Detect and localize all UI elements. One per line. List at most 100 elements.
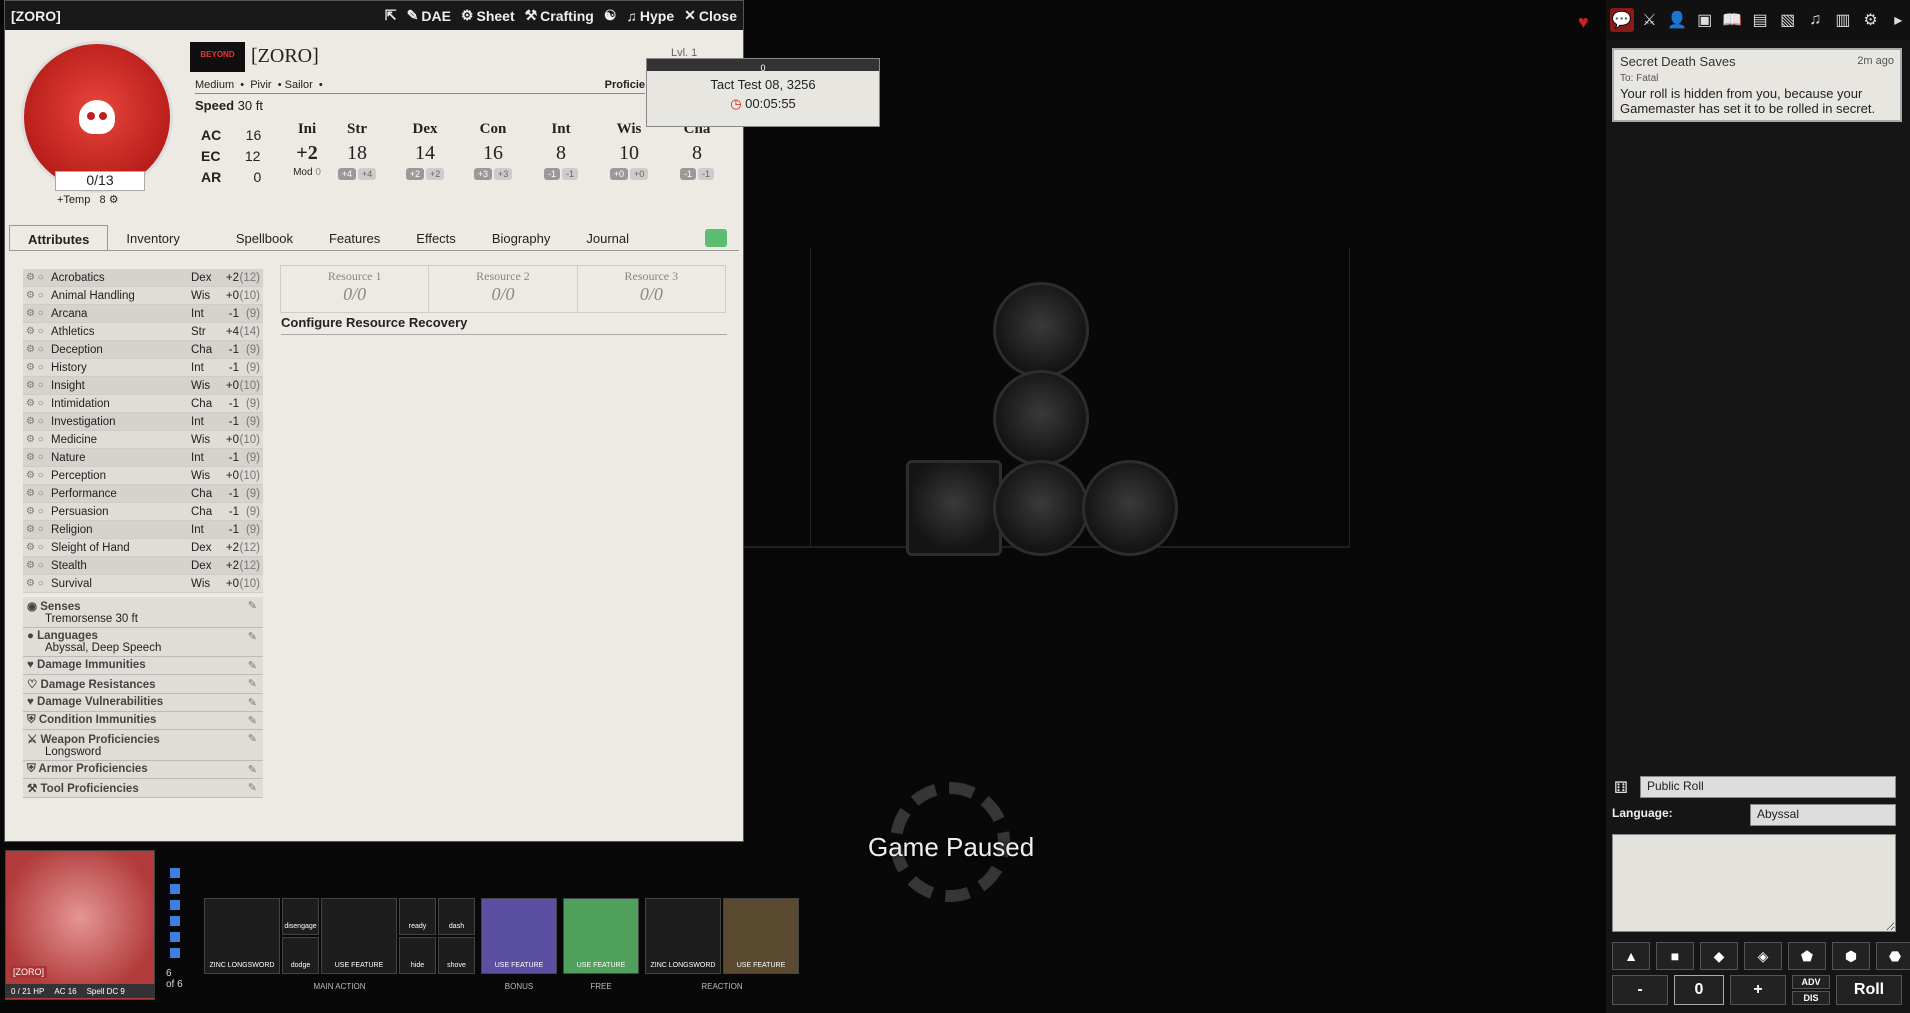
combat-icon[interactable]: ⚔: [1638, 8, 1662, 32]
hp-field[interactable]: 0/13: [55, 171, 145, 191]
mask-button[interactable]: ☯: [604, 7, 617, 24]
trait-tool-proficiencies[interactable]: ⚒ Tool Proficiencies ✎: [23, 779, 263, 798]
skill-row[interactable]: ⚙ ○ Nature Int -1 (9): [23, 449, 263, 467]
tables-icon[interactable]: ▤: [1748, 8, 1772, 32]
hotbar-slot[interactable]: hide: [399, 937, 436, 974]
chat-message[interactable]: Secret Death Saves 2m ago To: Fatal Your…: [1612, 48, 1902, 122]
cards-icon[interactable]: ▧: [1776, 8, 1800, 32]
playlists-icon[interactable]: ♫: [1803, 8, 1827, 32]
tab-features[interactable]: Features: [311, 225, 398, 250]
skill-row[interactable]: ⚙ ○ Religion Int -1 (9): [23, 521, 263, 539]
character-sheet-window[interactable]: [ZORO] ⇱ ✎ DAE ⚙ Sheet ⚒ Crafting ☯ ♫ Hy…: [4, 0, 744, 842]
hype-button[interactable]: ♫ Hype: [626, 7, 674, 24]
d4-icon[interactable]: ▲: [1612, 942, 1650, 970]
gear-icon[interactable]: ⚙: [109, 194, 119, 206]
close-button[interactable]: ✕ Close: [684, 7, 737, 24]
trait-senses[interactable]: ◉ Senses Tremorsense 30 ft ✎: [23, 597, 263, 628]
character-name[interactable]: [ZORO]: [251, 45, 319, 68]
minus-button[interactable]: -: [1612, 975, 1668, 1005]
configure-resource-recovery[interactable]: Configure Resource Recovery: [281, 315, 727, 335]
skill-row[interactable]: ⚙ ○ Medicine Wis +0 (10): [23, 431, 263, 449]
skill-row[interactable]: ⚙ ○ Persuasion Cha -1 (9): [23, 503, 263, 521]
token[interactable]: [906, 460, 1002, 556]
trait-damage-vulnerabilities[interactable]: ♥ Damage Vulnerabilities ✎: [23, 694, 263, 712]
skill-row[interactable]: ⚙ ○ Athletics Str +4 (14): [23, 323, 263, 341]
hotbar-slot[interactable]: ZINC LONGSWORD: [645, 898, 721, 974]
hotbar-slot[interactable]: dodge: [282, 937, 319, 974]
roll-button[interactable]: Roll: [1836, 975, 1902, 1005]
token[interactable]: [1082, 460, 1178, 556]
d6-icon[interactable]: ■: [1656, 942, 1694, 970]
tab-spellbook[interactable]: Spellbook: [218, 225, 311, 250]
tab-effects[interactable]: Effects: [398, 225, 474, 250]
trait-weapon-proficiencies[interactable]: ⚔ Weapon Proficiencies Longsword ✎: [23, 730, 263, 761]
trait-condition-immunities[interactable]: ⛨ Condition Immunities ✎: [23, 712, 263, 730]
d10-icon[interactable]: ◈: [1744, 942, 1782, 970]
skill-row[interactable]: ⚙ ○ Investigation Int -1 (9): [23, 413, 263, 431]
ability-cha[interactable]: Cha 8 -1 -1: [665, 121, 729, 180]
plus-button[interactable]: +: [1730, 975, 1786, 1005]
tab-attributes[interactable]: Attributes: [9, 225, 109, 250]
hotbar-slot[interactable]: ready: [399, 898, 436, 935]
ability-int[interactable]: Int 8 -1 -1: [529, 121, 593, 180]
popout-button[interactable]: ⇱: [385, 7, 397, 24]
combat-tracker-popup[interactable]: 0 Tact Test 08, 3256 ◷ 00:05:55: [646, 58, 880, 127]
hotbar-slot[interactable]: USE FEATURE: [723, 898, 799, 974]
ability-dex[interactable]: Dex 14 +2 +2: [393, 121, 457, 180]
token[interactable]: [993, 282, 1089, 378]
trait-languages[interactable]: ● Languages Abyssal, Deep Speech ✎: [23, 628, 263, 657]
actors-icon[interactable]: 👤: [1665, 8, 1689, 32]
skill-row[interactable]: ⚙ ○ Perception Wis +0 (10): [23, 467, 263, 485]
hotbar-slot[interactable]: shove: [438, 937, 475, 974]
trait-damage-immunities[interactable]: ♥ Damage Immunities ✎: [23, 657, 263, 675]
resource-1[interactable]: Resource 1 0/0: [281, 266, 430, 312]
d8-icon[interactable]: ◆: [1700, 942, 1738, 970]
d20-icon[interactable]: ⬢: [1832, 942, 1870, 970]
resource-2[interactable]: Resource 2 0/0: [429, 266, 578, 312]
d100-icon[interactable]: ⬣: [1876, 942, 1910, 970]
disadvantage-button[interactable]: DIS: [1792, 991, 1830, 1005]
collapse-icon[interactable]: ▸: [1886, 8, 1910, 32]
window-titlebar[interactable]: [ZORO] ⇱ ✎ DAE ⚙ Sheet ⚒ Crafting ☯ ♫ Hy…: [5, 1, 743, 30]
skill-row[interactable]: ⚙ ○ Sleight of Hand Dex +2 (12): [23, 539, 263, 557]
hotbar-slot[interactable]: dash: [438, 898, 475, 935]
skill-row[interactable]: ⚙ ○ Insight Wis +0 (10): [23, 377, 263, 395]
journal-icon[interactable]: 📖: [1721, 8, 1745, 32]
skill-row[interactable]: ⚙ ○ Animal Handling Wis +0 (10): [23, 287, 263, 305]
token[interactable]: [993, 460, 1089, 556]
hotbar-slot[interactable]: disengage: [282, 898, 319, 935]
hotbar-slot[interactable]: ZINC LONGSWORD: [204, 898, 280, 974]
chat-icon[interactable]: 💬: [1610, 8, 1634, 32]
skill-row[interactable]: ⚙ ○ Survival Wis +0 (10): [23, 575, 263, 593]
items-icon[interactable]: ▣: [1693, 8, 1717, 32]
compendium-icon[interactable]: ▥: [1831, 8, 1855, 32]
skill-row[interactable]: ⚙ ○ Intimidation Cha -1 (9): [23, 395, 263, 413]
hotbar-slot[interactable]: USE FEATURE: [321, 898, 397, 974]
skill-row[interactable]: ⚙ ○ Performance Cha -1 (9): [23, 485, 263, 503]
skill-row[interactable]: ⚙ ○ Deception Cha -1 (9): [23, 341, 263, 359]
tab-inventory[interactable]: Inventory: [108, 225, 197, 250]
skill-row[interactable]: ⚙ ○ Stealth Dex +2 (12): [23, 557, 263, 575]
sheet-button[interactable]: ⚙ Sheet: [461, 7, 515, 24]
skill-row[interactable]: ⚙ ○ History Int -1 (9): [23, 359, 263, 377]
dae-button[interactable]: ✎ DAE: [407, 7, 451, 24]
language-select[interactable]: Abyssal: [1750, 804, 1896, 826]
tab-journal[interactable]: Journal: [568, 225, 647, 250]
settings-icon[interactable]: ⚙: [1859, 8, 1883, 32]
modifier-field[interactable]: 0: [1674, 975, 1724, 1005]
ability-wis[interactable]: Wis 10 +0 +0: [597, 121, 661, 180]
trait-damage-resistances[interactable]: ♡ Damage Resistances ✎: [23, 675, 263, 694]
ability-str[interactable]: Str 18 +4 +4: [325, 121, 389, 180]
chat-input[interactable]: [1612, 834, 1896, 932]
roll-mode-select[interactable]: Public Roll: [1640, 776, 1896, 798]
combat-tracker-bar[interactable]: 0: [647, 59, 879, 73]
token[interactable]: [993, 370, 1089, 466]
heart-icon[interactable]: ♥: [1578, 12, 1589, 33]
d12-icon[interactable]: ⬟: [1788, 942, 1826, 970]
hotbar-slot[interactable]: USE FEATURE: [481, 898, 557, 974]
ability-con[interactable]: Con 16 +3 +3: [461, 121, 525, 180]
crafting-button[interactable]: ⚒ Crafting: [525, 7, 594, 24]
hotbar-slot[interactable]: USE FEATURE: [563, 898, 639, 974]
lock-icon[interactable]: [705, 229, 727, 247]
trait-armor-proficiencies[interactable]: ⛨ Armor Proficiencies ✎: [23, 761, 263, 779]
